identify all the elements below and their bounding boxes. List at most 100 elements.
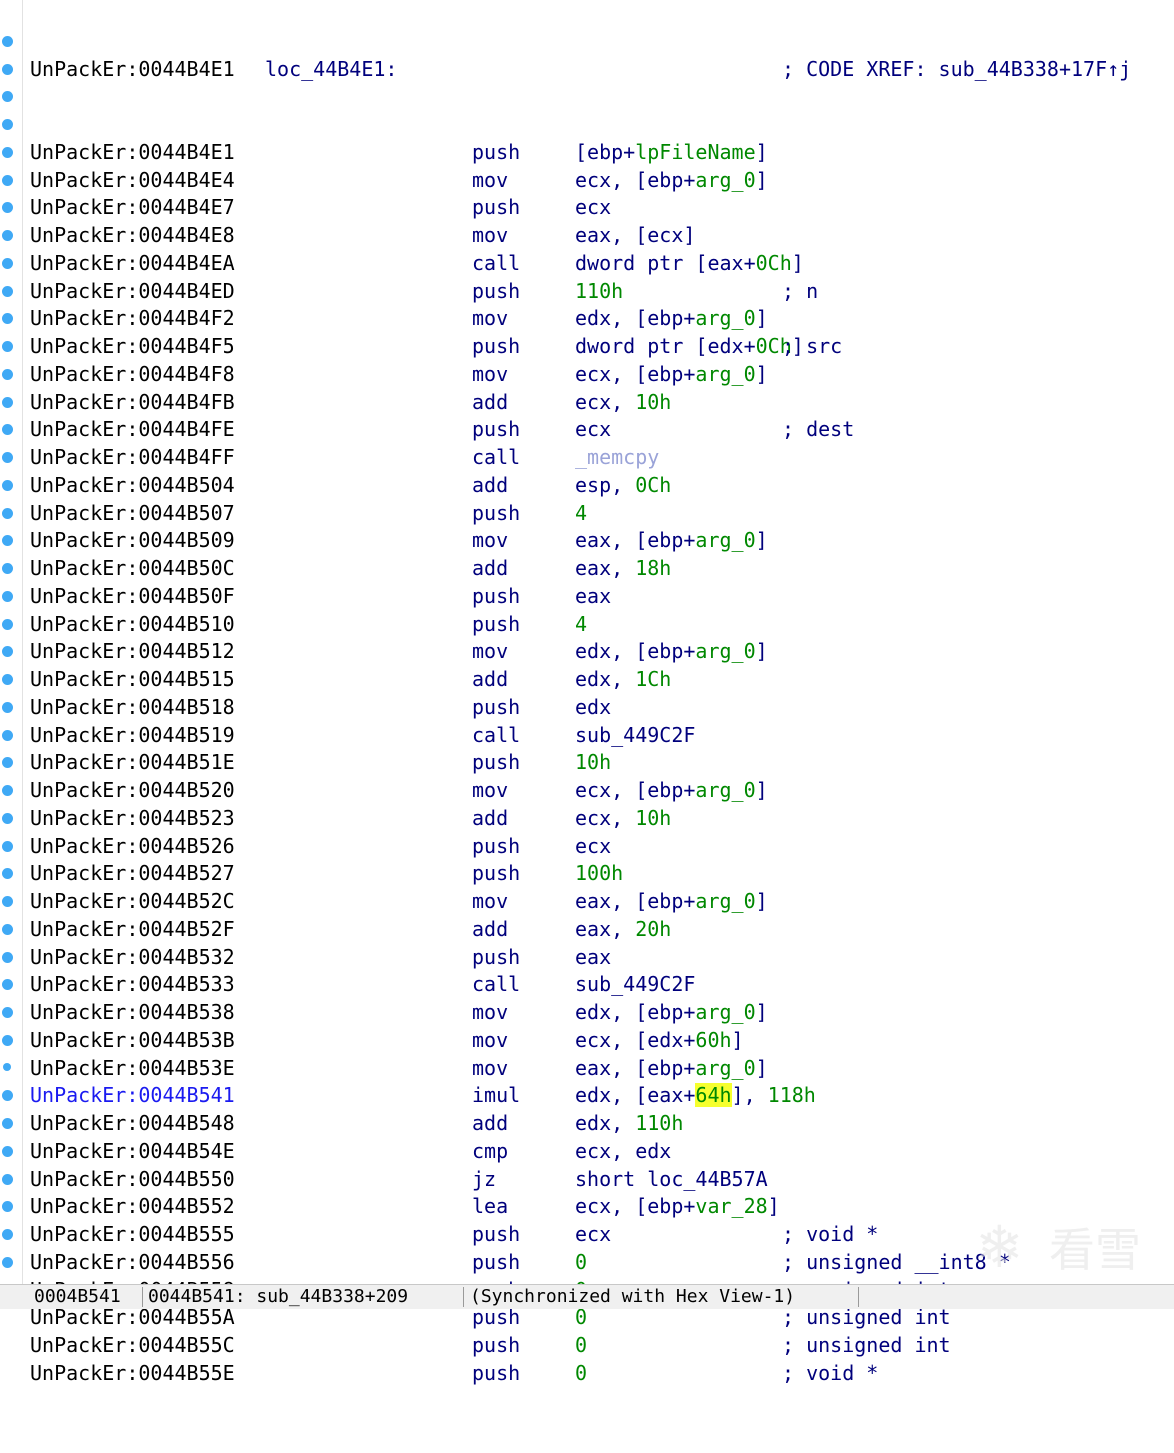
instruction-row[interactable]: UnPackEr:0044B4F2 mov edx, [ebp+arg_0] bbox=[30, 305, 1174, 333]
disassembly-listing[interactable]: UnPackEr:0044B4E1 loc_44B4E1: ; CODE XRE… bbox=[30, 0, 1174, 1385]
operands[interactable]: dword ptr [edx+0Ch] bbox=[575, 333, 804, 361]
instruction-row[interactable]: UnPackEr:0044B519 call sub_449C2F bbox=[30, 722, 1174, 750]
operands[interactable]: 0 bbox=[575, 1249, 587, 1277]
instruction-row[interactable]: UnPackEr:0044B507 push 4 bbox=[30, 500, 1174, 528]
breakpoint-gutter[interactable] bbox=[0, 0, 23, 1284]
breakpoint-dot-icon[interactable] bbox=[3, 1062, 11, 1071]
breakpoint-dot-icon[interactable] bbox=[2, 1229, 13, 1240]
instruction-row[interactable]: UnPackEr:0044B4ED push 110h ; n bbox=[30, 278, 1174, 306]
breakpoint-dot-icon[interactable] bbox=[2, 646, 13, 658]
operands[interactable]: eax, 20h bbox=[575, 916, 671, 944]
instruction-row[interactable]: UnPackEr:0044B53B mov ecx, [edx+60h] bbox=[30, 1027, 1174, 1055]
breakpoint-dot-icon[interactable] bbox=[2, 119, 13, 130]
instruction-row[interactable]: UnPackEr:0044B55C push 0 ; unsigned int bbox=[30, 1332, 1174, 1360]
operands[interactable]: ecx, 10h bbox=[575, 389, 671, 417]
operands[interactable]: eax bbox=[575, 583, 611, 611]
operands[interactable]: eax, [ebp+arg_0] bbox=[575, 888, 768, 916]
operands[interactable]: edx, [ebp+arg_0] bbox=[575, 999, 768, 1027]
instruction-row[interactable]: UnPackEr:0044B51E push 10h bbox=[30, 749, 1174, 777]
instruction-row[interactable]: UnPackEr:0044B510 push 4 bbox=[30, 611, 1174, 639]
operands[interactable]: ecx, [ebp+arg_0] bbox=[575, 361, 768, 389]
operands[interactable]: ecx, [ebp+arg_0] bbox=[575, 167, 768, 195]
instruction-row[interactable]: UnPackEr:0044B4E4 mov ecx, [ebp+arg_0] bbox=[30, 167, 1174, 195]
operands[interactable]: ecx bbox=[575, 1221, 611, 1249]
operands[interactable]: dword ptr [eax+0Ch] bbox=[575, 250, 804, 278]
operands[interactable]: 0 bbox=[575, 1332, 587, 1360]
operands[interactable]: eax bbox=[575, 944, 611, 972]
instruction-row[interactable]: UnPackEr:0044B55E push 0 ; void * bbox=[30, 1360, 1174, 1388]
operands[interactable]: ecx, [edx+60h] bbox=[575, 1027, 744, 1055]
breakpoint-dot-icon[interactable] bbox=[2, 1007, 13, 1018]
operands[interactable]: eax, [ebp+arg_0] bbox=[575, 527, 768, 555]
breakpoint-dot-icon[interactable] bbox=[2, 63, 13, 75]
instruction-row[interactable]: UnPackEr:0044B50C add eax, 18h bbox=[30, 555, 1174, 583]
operands[interactable]: edx, [ebp+arg_0] bbox=[575, 638, 768, 666]
breakpoint-dot-icon[interactable] bbox=[2, 1118, 13, 1129]
operands[interactable]: edx bbox=[575, 694, 611, 722]
operands[interactable]: 100h bbox=[575, 860, 623, 888]
breakpoint-dot-icon[interactable] bbox=[2, 840, 13, 852]
instruction-row[interactable]: UnPackEr:0044B527 push 100h bbox=[30, 860, 1174, 888]
breakpoint-dot-icon[interactable] bbox=[2, 701, 13, 713]
breakpoint-dot-icon[interactable] bbox=[2, 230, 13, 241]
instruction-row[interactable]: UnPackEr:0044B4F5 push dword ptr [edx+0Ch]… bbox=[30, 333, 1174, 361]
breakpoint-dot-icon[interactable] bbox=[2, 868, 13, 880]
breakpoint-dot-icon[interactable] bbox=[2, 91, 13, 103]
operands[interactable]: eax, [ebp+arg_0] bbox=[575, 1055, 768, 1083]
listing-header-row[interactable]: UnPackEr:0044B4E1 loc_44B4E1: ; CODE XRE… bbox=[30, 56, 1174, 84]
instruction-row[interactable]: UnPackEr:0044B533 call sub_449C2F bbox=[30, 971, 1174, 999]
operands[interactable]: 110h bbox=[575, 278, 623, 306]
instruction-row[interactable]: UnPackEr:0044B504 add esp, 0Ch bbox=[30, 472, 1174, 500]
instruction-row[interactable]: UnPackEr:0044B548 add edx, 110h bbox=[30, 1110, 1174, 1138]
instruction-row[interactable]: UnPackEr:0044B532 push eax bbox=[30, 944, 1174, 972]
instruction-row[interactable]: UnPackEr:0044B54E cmp ecx, edx bbox=[30, 1138, 1174, 1166]
instruction-row[interactable]: UnPackEr:0044B4FB add ecx, 10h bbox=[30, 389, 1174, 417]
instruction-row[interactable]: UnPackEr:0044B4E7 push ecx bbox=[30, 194, 1174, 222]
operands[interactable]: edx, [eax+64h], 118h bbox=[575, 1082, 816, 1110]
breakpoint-dot-icon[interactable] bbox=[2, 1256, 13, 1268]
operands[interactable]: sub_449C2F bbox=[575, 722, 695, 750]
breakpoint-dot-icon[interactable] bbox=[2, 507, 13, 519]
breakpoint-dot-icon[interactable] bbox=[2, 979, 13, 991]
breakpoint-dot-icon[interactable] bbox=[2, 590, 13, 602]
breakpoint-dot-icon[interactable] bbox=[2, 785, 13, 796]
operands[interactable]: [ebp+lpFileName] bbox=[575, 139, 768, 167]
instruction-row[interactable]: UnPackEr:0044B538 mov edx, [ebp+arg_0] bbox=[30, 999, 1174, 1027]
instruction-row[interactable]: UnPackEr:0044B4F8 mov ecx, [ebp+arg_0] bbox=[30, 361, 1174, 389]
breakpoint-dot-icon[interactable] bbox=[2, 1090, 13, 1102]
xref-comment[interactable]: ; CODE XREF: sub_44B338+17F↑j bbox=[782, 56, 1131, 84]
instruction-row[interactable]: UnPackEr:0044B523 add ecx, 10h bbox=[30, 805, 1174, 833]
operands[interactable]: edx, 110h bbox=[575, 1110, 683, 1138]
breakpoint-dot-icon[interactable] bbox=[2, 812, 13, 824]
instruction-row[interactable]: UnPackEr:0044B4E8 mov eax, [ecx] bbox=[30, 222, 1174, 250]
breakpoint-dot-icon[interactable] bbox=[2, 923, 13, 935]
breakpoint-dot-icon[interactable] bbox=[2, 1201, 13, 1213]
breakpoint-dot-icon[interactable] bbox=[2, 618, 13, 630]
breakpoint-dot-icon[interactable] bbox=[2, 341, 13, 352]
instruction-row[interactable]: UnPackEr:0044B526 push ecx bbox=[30, 833, 1174, 861]
instruction-row[interactable]: UnPackEr:0044B4EA call dword ptr [eax+0Ch] bbox=[30, 250, 1174, 278]
breakpoint-dot-icon[interactable] bbox=[2, 757, 13, 769]
breakpoint-dot-icon[interactable] bbox=[2, 479, 13, 491]
operands[interactable]: edx, [ebp+arg_0] bbox=[575, 305, 768, 333]
operands[interactable]: ecx, edx bbox=[575, 1138, 671, 1166]
breakpoint-dot-icon[interactable] bbox=[2, 174, 13, 186]
operands[interactable]: ecx bbox=[575, 833, 611, 861]
operands[interactable]: edx, 1Ch bbox=[575, 666, 671, 694]
operands[interactable]: 4 bbox=[575, 611, 587, 639]
breakpoint-dot-icon[interactable] bbox=[2, 535, 13, 547]
instruction-row[interactable]: UnPackEr:0044B520 mov ecx, [ebp+arg_0] bbox=[30, 777, 1174, 805]
breakpoint-dot-icon[interactable] bbox=[2, 674, 13, 685]
breakpoint-dot-icon[interactable] bbox=[2, 368, 13, 380]
instruction-row[interactable]: UnPackEr:0044B515 add edx, 1Ch bbox=[30, 666, 1174, 694]
instruction-row[interactable]: UnPackEr:0044B512 mov edx, [ebp+arg_0] bbox=[30, 638, 1174, 666]
operands[interactable]: ecx, 10h bbox=[575, 805, 671, 833]
breakpoint-dot-icon[interactable] bbox=[2, 396, 13, 408]
breakpoint-dot-icon[interactable] bbox=[2, 35, 13, 47]
instruction-row[interactable]: UnPackEr:0044B50F push eax bbox=[30, 583, 1174, 611]
operands[interactable]: 4 bbox=[575, 500, 587, 528]
instruction-row[interactable]: UnPackEr:0044B550 jz short loc_44B57A bbox=[30, 1166, 1174, 1194]
breakpoint-dot-icon[interactable] bbox=[2, 313, 13, 325]
instruction-row[interactable]: UnPackEr:0044B509 mov eax, [ebp+arg_0] bbox=[30, 527, 1174, 555]
breakpoint-dot-icon[interactable] bbox=[2, 1173, 13, 1185]
